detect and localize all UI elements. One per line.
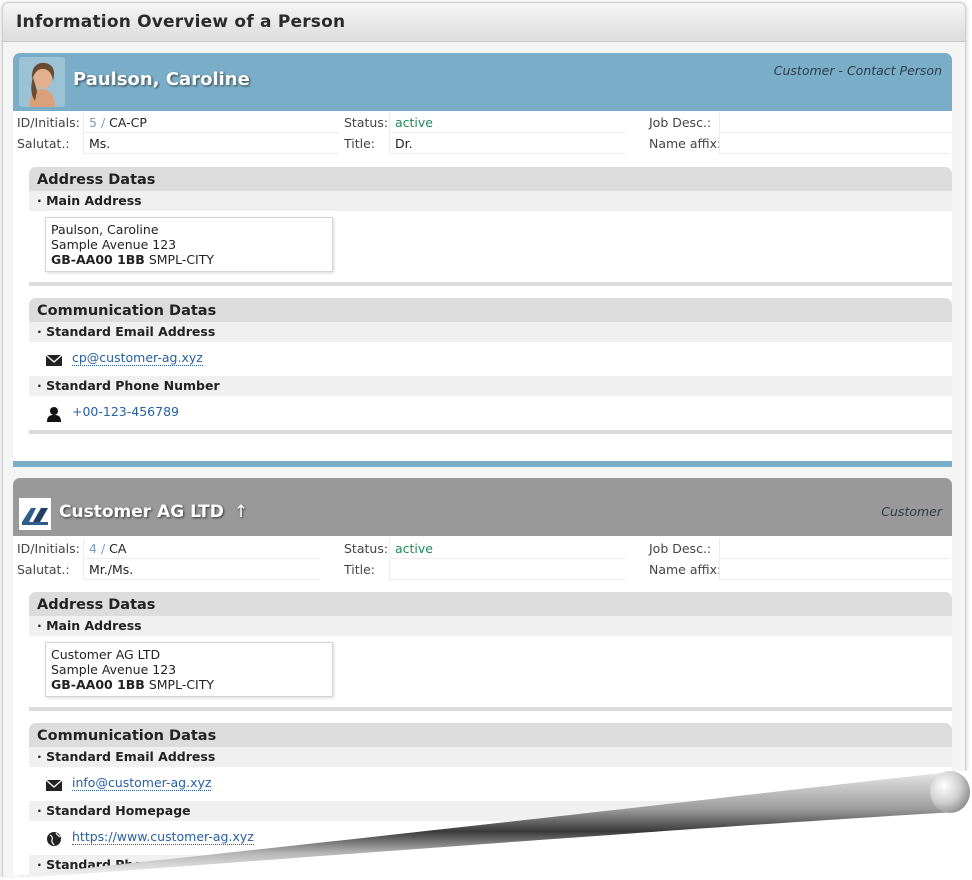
person-header[interactable]: Paulson, Caroline Customer - Contact Per… [13, 53, 952, 111]
phone-title-partial: · Standard Phone Number [29, 855, 952, 875]
person-avatar [19, 57, 65, 107]
address-section-title: Address Datas [29, 592, 952, 616]
address-postcode: GB-AA00 1BB [51, 677, 145, 692]
id-separator: / [100, 541, 106, 556]
status-value: active [389, 539, 625, 559]
company-name: Customer AG LTD [59, 502, 224, 522]
window-frame: Information Overview of a Person Paulson… [2, 2, 966, 880]
communication-section: Communication Datas · Standard Email Add… [29, 723, 952, 875]
salutation-label: Salutat.: [17, 136, 70, 151]
address-line1: Customer AG LTD [51, 647, 161, 662]
person-name: Paulson, Caroline [73, 69, 250, 90]
address-line2: Sample Avenue 123 [51, 237, 177, 252]
address-postcode: GB-AA00 1BB [51, 252, 145, 267]
job-desc-value [719, 539, 950, 559]
person-info-grid: ID/Initials: 5 / CA-CP Status: active Jo… [13, 111, 952, 155]
job-desc-value [719, 113, 950, 133]
address-city: SMPL-CITY [148, 677, 215, 692]
title-value: Dr. [389, 134, 625, 154]
address-section: Address Datas · Main Address Customer AG… [29, 592, 952, 711]
id-initials-label: ID/Initials: [17, 115, 80, 130]
communication-section-title: Communication Datas [29, 723, 952, 747]
email-link[interactable]: info@customer-ag.xyz [72, 775, 212, 791]
id-initials-value: 4 / CA [83, 539, 319, 559]
company-role: Customer [881, 504, 942, 519]
main-address-title: · Main Address [29, 616, 952, 636]
address-line1: Paulson, Caroline [51, 222, 159, 237]
email-link[interactable]: cp@customer-ag.xyz [72, 350, 203, 366]
email-row: cp@customer-ag.xyz [29, 342, 952, 376]
id-initials-value: 5 / CA-CP [83, 113, 339, 133]
job-desc-label: Job Desc.: [649, 541, 712, 556]
status-label: Status: [344, 541, 389, 556]
phone-title: · Standard Phone Number [29, 376, 952, 396]
window-title: Information Overview of a Person [3, 3, 965, 42]
salutation-value: Mr./Ms. [83, 560, 319, 580]
id-value: 5 [89, 115, 97, 130]
status-label: Status: [344, 115, 389, 130]
id-initials-label: ID/Initials: [17, 541, 80, 556]
person-card: Paulson, Caroline Customer - Contact Per… [13, 53, 952, 467]
email-title: · Standard Email Address [29, 747, 952, 767]
id-value: 4 [89, 541, 97, 556]
main-address-title: · Main Address [29, 191, 952, 211]
email-title: · Standard Email Address [29, 322, 952, 342]
company-info-grid: ID/Initials: 4 / CA Status: active Job D… [13, 536, 952, 580]
name-affix-value [719, 560, 950, 580]
person-role: Customer - Contact Person [773, 63, 942, 78]
title-value [389, 560, 625, 580]
title-label: Title: [344, 136, 375, 151]
homepage-title: · Standard Homepage [29, 801, 952, 821]
salutation-label: Salutat.: [17, 562, 70, 577]
initials-value: CA [109, 541, 127, 556]
address-section: Address Datas · Main Address Paulson, Ca… [29, 167, 952, 286]
communication-section: Communication Datas · Standard Email Add… [29, 298, 952, 434]
job-desc-label: Job Desc.: [649, 115, 712, 130]
company-card: Customer AG LTD ↑ Customer ID/Initials: 4… [13, 478, 952, 879]
homepage-link[interactable]: https://www.customer-ag.xyz [72, 829, 254, 845]
company-name-row: Customer AG LTD ↑ [59, 502, 248, 522]
address-box: Customer AG LTD Sample Avenue 123 GB-AA0… [45, 642, 333, 697]
homepage-row: https://www.customer-ag.xyz [29, 821, 952, 855]
phone-row: +00-123-456789 [29, 396, 952, 430]
title-label: Title: [344, 562, 375, 577]
address-line2: Sample Avenue 123 [51, 662, 177, 677]
envelope-icon [45, 779, 63, 791]
initials-value: CA-CP [109, 115, 147, 130]
name-affix-value [719, 134, 950, 154]
id-separator: / [100, 115, 106, 130]
phone-link[interactable]: +00-123-456789 [72, 404, 179, 419]
address-city: SMPL-CITY [148, 252, 215, 267]
email-row: info@customer-ag.xyz [29, 767, 952, 801]
status-value: active [389, 113, 625, 133]
salutation-value: Ms. [83, 134, 339, 154]
globe-icon [47, 832, 61, 846]
name-affix-label: Name affix: [649, 562, 722, 577]
address-box: Paulson, Caroline Sample Avenue 123 GB-A… [45, 217, 333, 272]
envelope-icon [45, 354, 63, 366]
address-line3: GB-AA00 1BB SMPL-CITY [51, 252, 327, 267]
name-affix-label: Name affix: [649, 136, 722, 151]
company-logo [19, 498, 51, 530]
address-section-title: Address Datas [29, 167, 952, 191]
communication-section-title: Communication Datas [29, 298, 952, 322]
person-icon [47, 407, 61, 422]
company-header[interactable]: Customer AG LTD ↑ Customer [13, 478, 952, 536]
address-line3: GB-AA00 1BB SMPL-CITY [51, 677, 327, 692]
up-arrow-icon[interactable]: ↑ [234, 502, 248, 522]
